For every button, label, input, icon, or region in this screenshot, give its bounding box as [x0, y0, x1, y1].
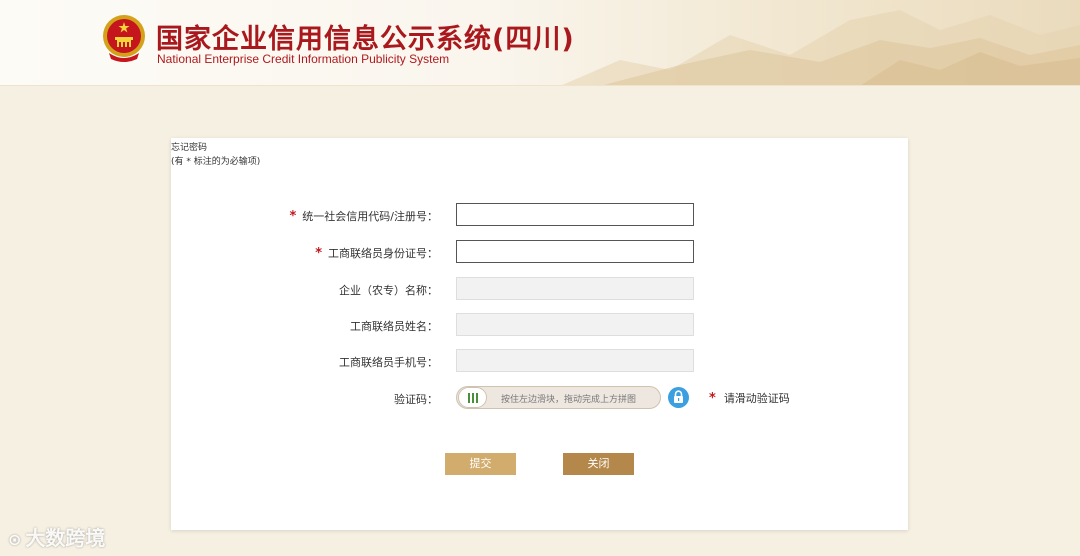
national-emblem-icon	[103, 15, 145, 62]
slider-handle[interactable]	[458, 387, 487, 408]
id-number-row: * 工商联络员身份证号：	[171, 240, 908, 263]
forgot-password-panel: 忘记密码 (有 * 标注的为必输项) * 统一社会信用代码/注册号： * 工商联络员…	[171, 138, 908, 530]
captcha-hint: * 请滑动验证码	[709, 391, 790, 406]
credit-code-input[interactable]	[456, 203, 694, 226]
contact-phone-row: 工商联络员手机号：	[171, 349, 908, 372]
company-name-label: 企业（农专）名称：	[339, 284, 438, 297]
site-title: 国家企业信用信息公示系统(四川)	[156, 24, 575, 55]
contact-name-row: 工商联络员姓名：	[171, 313, 908, 336]
mountain-landscape-icon	[562, 10, 1080, 85]
contact-phone-label: 工商联络员手机号：	[339, 356, 438, 369]
site-subtitle: National Enterprise Credit Information P…	[157, 52, 450, 66]
captcha-row: 验证码： 按住左边滑块，拖动完成上方拼图 * 请滑动验证码	[171, 386, 908, 409]
id-number-input[interactable]	[456, 240, 694, 263]
site-header: 国家企业信用信息公示系统(四川) National Enterprise Cre…	[0, 0, 1080, 86]
contact-phone-input	[456, 349, 694, 372]
watermark-logo-icon: ⊙	[8, 530, 22, 549]
watermark: ⊙ 大数跨境	[8, 526, 106, 550]
credit-code-label: * 统一社会信用代码/注册号：	[289, 209, 438, 224]
lock-icon	[668, 387, 689, 408]
contact-name-input	[456, 313, 694, 336]
credit-code-row: * 统一社会信用代码/注册号：	[171, 203, 908, 226]
close-button[interactable]: 关闭	[563, 453, 634, 475]
submit-button[interactable]: 提交	[445, 453, 516, 475]
captcha-slider[interactable]: 按住左边滑块，拖动完成上方拼图	[456, 386, 661, 409]
grip-icon	[467, 392, 470, 403]
company-name-input	[456, 277, 694, 300]
captcha-label: 验证码：	[394, 393, 438, 406]
required-star: *	[289, 209, 297, 224]
required-note: (有 * 标注的为必输项)	[171, 157, 261, 167]
id-number-label: * 工商联络员身份证号：	[315, 246, 438, 261]
required-star: *	[709, 391, 716, 406]
form-title: 忘记密码	[171, 143, 208, 153]
company-name-row: 企业（农专）名称：	[171, 277, 908, 300]
contact-name-label: 工商联络员姓名：	[350, 320, 438, 333]
required-star: *	[315, 246, 322, 261]
slider-instruction: 按住左边滑块，拖动完成上方拼图	[501, 395, 637, 405]
